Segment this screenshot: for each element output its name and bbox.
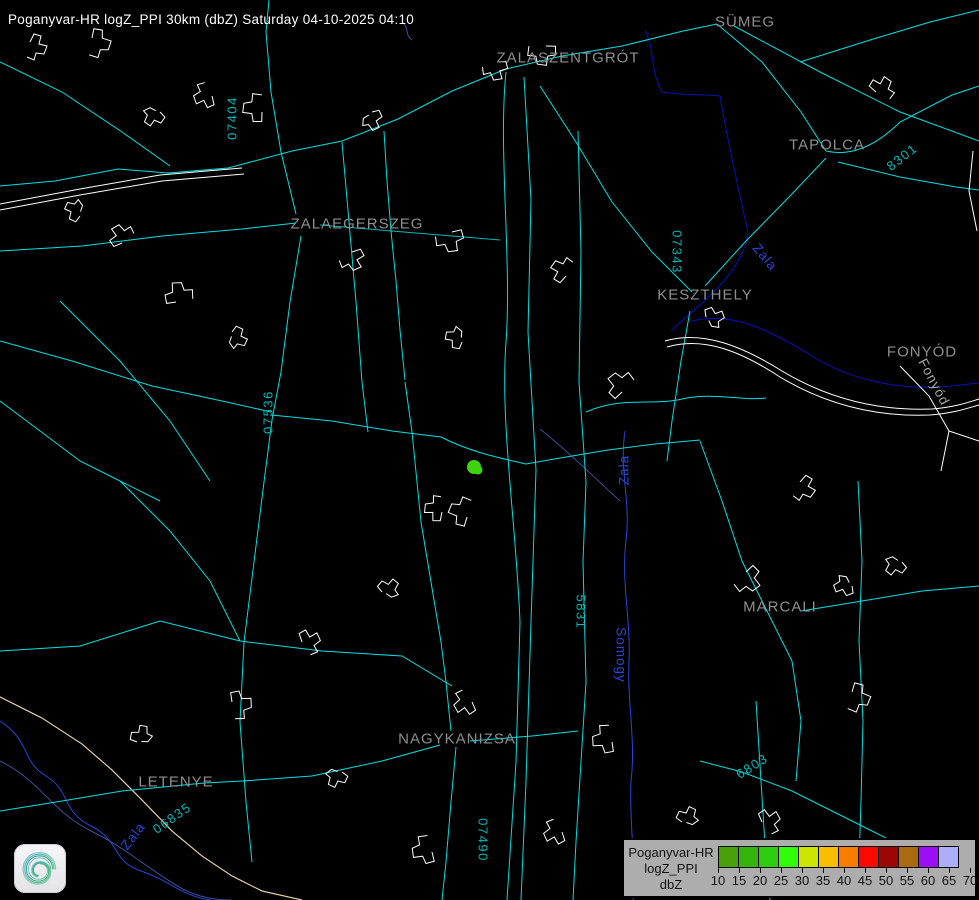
legend-tick-value: 35 xyxy=(816,873,830,888)
legend-tick-value: 25 xyxy=(774,873,788,888)
radar-map-canvas xyxy=(0,0,979,900)
river-label: Zala xyxy=(617,455,632,485)
legend-tick-value: 20 xyxy=(753,873,767,888)
weather-service-logo[interactable] xyxy=(14,844,66,893)
road-number-label: 07536 xyxy=(261,390,276,434)
legend-tick-value: 45 xyxy=(858,873,872,888)
legend-color-cell xyxy=(798,846,819,868)
legend-station-name: Poganyvar-HR xyxy=(624,845,718,861)
legend-tick-labels: 10152025303540455055606570 xyxy=(718,868,959,890)
city-label: FONYÓD xyxy=(887,344,957,361)
legend-color-scale: 10152025303540455055606570 xyxy=(718,846,959,890)
radar-echo xyxy=(467,460,483,475)
legend-tick-value: 60 xyxy=(921,873,935,888)
river-layer xyxy=(0,22,979,900)
city-label: ZALASZENTGRÓT xyxy=(496,50,639,67)
legend-tick-value: 15 xyxy=(732,873,746,888)
spiral-radar-logo-icon xyxy=(18,848,62,890)
legend-color-cell xyxy=(758,846,779,868)
city-label: TAPOLCA xyxy=(789,137,865,154)
legend-text-block: Poganyvar-HR logZ_PPI dbZ xyxy=(624,840,718,893)
legend-tick-value: 40 xyxy=(837,873,851,888)
legend-color-cell xyxy=(918,846,939,868)
city-label: MARCALI xyxy=(743,599,817,616)
legend-tick-value: 10 xyxy=(711,873,725,888)
legend-color-cell xyxy=(818,846,839,868)
legend-color-cell xyxy=(838,846,859,868)
road-number-label: 07490 xyxy=(476,818,491,862)
river-label: Somogy xyxy=(614,627,629,683)
legend-tick-value: 50 xyxy=(879,873,893,888)
legend-color-cell xyxy=(738,846,759,868)
radar-image-title: Poganyvar-HR logZ_PPI 30km (dbZ) Saturda… xyxy=(8,12,414,27)
legend-color-cell xyxy=(878,846,899,868)
legend-tick-value: 30 xyxy=(795,873,809,888)
legend-color-bar xyxy=(718,846,959,868)
city-label: LETENYE xyxy=(138,774,213,791)
legend-color-cell xyxy=(778,846,799,868)
road-number-label: 07343 xyxy=(670,230,685,274)
radar-map-view: Poganyvar-HR logZ_PPI 30km (dbZ) Saturda… xyxy=(0,0,979,900)
legend-tick-value: 70 xyxy=(963,873,977,888)
city-label: NAGYKANIZSA xyxy=(398,731,516,748)
legend-product-name: logZ_PPI xyxy=(624,861,718,877)
dbz-color-legend: Poganyvar-HR logZ_PPI dbZ 10 15 20 25 30 35 40… xyxy=(622,838,977,898)
road-layer xyxy=(0,0,979,900)
legend-tick-value: 65 xyxy=(942,873,956,888)
legend-color-cell xyxy=(718,846,739,868)
legend-tick-value: 55 xyxy=(900,873,914,888)
legend-unit-label: dbZ xyxy=(624,877,718,893)
city-label: ZALAEGERSZEG xyxy=(291,216,424,233)
road-number-label: 5831 xyxy=(574,595,589,630)
legend-color-cell xyxy=(938,846,959,868)
legend-color-cell xyxy=(858,846,879,868)
road-number-label: 07404 xyxy=(225,96,240,140)
legend-color-cell xyxy=(898,846,919,868)
city-label: KESZTHELY xyxy=(657,287,752,304)
city-label: SÜMEG xyxy=(715,14,775,31)
